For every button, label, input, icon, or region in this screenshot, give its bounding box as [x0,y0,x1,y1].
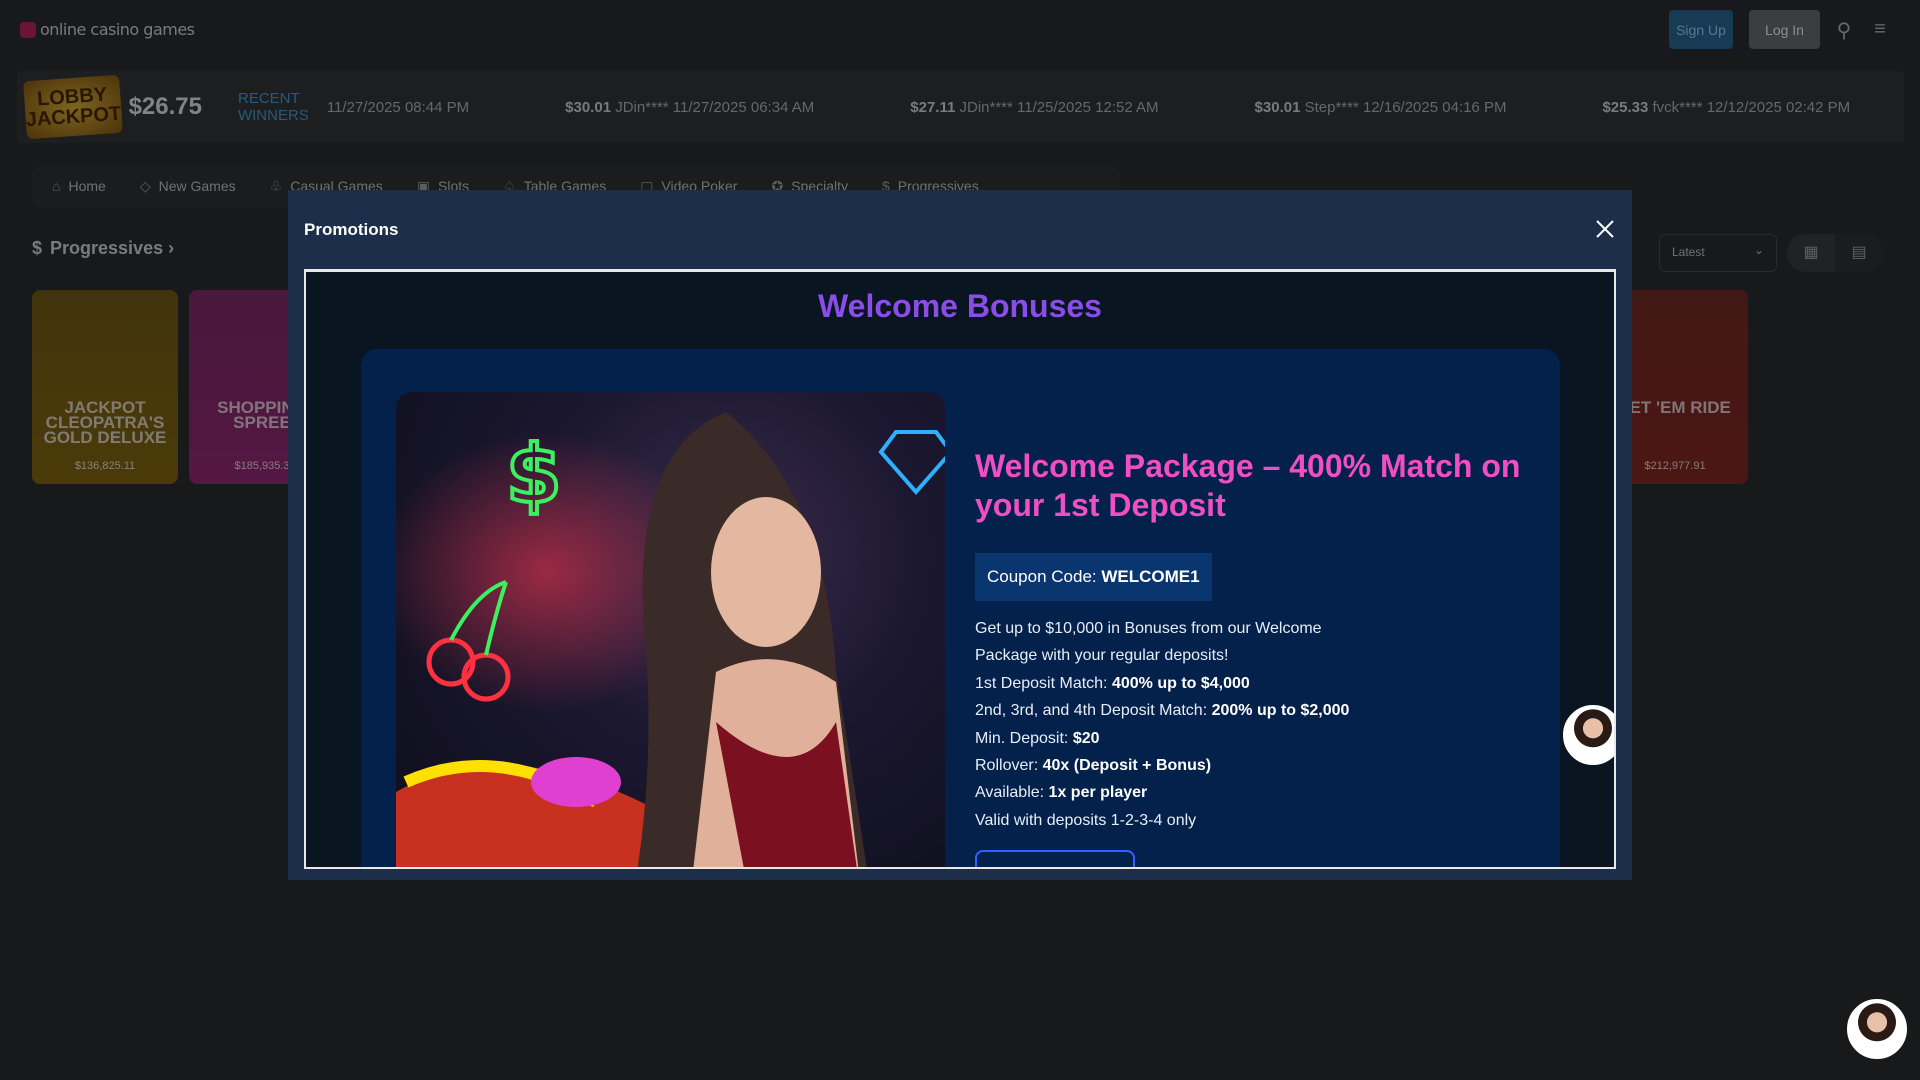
menu-icon[interactable]: ≡ [1868,18,1892,42]
view-toggle: ▦ ▤ [1787,234,1883,272]
lobby-jackpot-logo: LOBBY JACKPOT [23,74,123,140]
winner-date: 12/12/2025 02:42 PM [1706,98,1851,116]
winner-date: 11/27/2025 08:44 PM [326,98,470,116]
winner-amount: $30.01 [565,98,612,116]
promo-terms: Get up to $10,000 in Bonuses from our We… [975,615,1535,834]
winner-entry: $30.01 JDin**** 11/27/2025 06:34 AM [565,99,814,116]
winner-entry: $25.33 fvck**** 12/12/2025 02:42 PM [1602,99,1850,116]
winner-name: Step**** [1304,98,1359,116]
promotions-modal: Promotions Welcome Bonuses $ Welcome Pac… [288,190,1632,880]
promo-term: Valid with deposits 1-2-3-4 only [975,811,1197,829]
welcome-bonuses-heading: Welcome Bonuses [818,288,1102,324]
game-card[interactable]: Jackpot Cleopatra's Gold Deluxe $136,825.… [32,290,178,484]
winner-amount: $27.11 [910,98,956,116]
section-title[interactable]: $ Progressives › [32,238,174,259]
promo-card: $ Welcome Package – 400% Match on your 1… [361,349,1560,867]
promo-image: $ [396,392,945,867]
login-button[interactable]: Log In [1749,10,1820,49]
close-icon[interactable] [1592,216,1618,242]
promo-term: Rollover: 40x (Deposit + Bonus) [975,757,1212,775]
signup-button[interactable]: Sign Up [1669,10,1733,49]
nav-tab-new-games[interactable]: ◇ New Games [140,178,236,195]
game-name: Jackpot Cleopatra's Gold Deluxe [43,398,167,447]
nav-icon: ♧ [269,177,283,194]
top-bar: online casino games Sign Up Log In ⚲ ≡ [0,0,1920,60]
promo-term: 1st Deposit Match: 400% up to $4,000 [975,674,1250,692]
winner-amount: $30.01 [1254,98,1301,116]
nav-icon: ◇ [139,177,151,194]
winner-date: 11/27/2025 06:34 AM [672,98,815,116]
promotions-frame: Welcome Bonuses $ Welcome Package – 400%… [304,269,1616,869]
grid-view-icon[interactable]: ▦ [1787,234,1835,272]
winner-entry: 11/27/2025 08:44 PM [327,99,469,116]
promo-title: Welcome Package – 400% Match on your 1st… [975,448,1521,523]
winner-name: JDin**** [959,98,1013,116]
promo-intro: Get up to $10,000 in Bonuses from our We… [975,620,1322,665]
coupon-code: WELCOME1 [1101,567,1200,586]
list-view-icon[interactable]: ▤ [1835,234,1883,272]
recent-winners-label: RECENT WINNERS [237,90,309,124]
site-logo[interactable]: online casino games [20,20,195,39]
winner-name: JDin**** [615,98,669,116]
svg-text:$: $ [506,428,562,521]
logo-icon [20,21,36,38]
promo-term: 2nd, 3rd, and 4th Deposit Match: 200% up… [975,702,1350,720]
winner-amount: $25.33 [1602,98,1649,116]
nav-icon: ⌂ [52,178,61,194]
modal-title: Promotions [304,220,399,239]
winner-date: 11/25/2025 12:52 AM [1017,98,1159,116]
coupon-code-box[interactable]: Coupon Code: WELCOME1 [975,553,1212,601]
promo-term: Available: 1x per player [975,784,1148,802]
claim-button[interactable] [975,850,1135,867]
game-jackpot: $136,825.11 [74,460,136,472]
winner-date: 12/16/2025 04:16 PM [1363,98,1507,116]
support-chat-avatar[interactable] [1847,999,1907,1059]
chevron-down-icon: ⌄ [1753,243,1764,257]
dollar-icon: $ [32,238,43,258]
promo-details: Welcome Package – 400% Match on your 1st… [975,447,1535,834]
recent-winners-strip: LOBBY JACKPOT $26.75 RECENT WINNERS 11/27… [17,71,1904,143]
winner-entry: $30.01 Step**** 12/16/2025 04:16 PM [1255,99,1507,116]
winner-name: fvck**** [1652,98,1703,116]
nav-tab-home[interactable]: ⌂ Home [52,178,106,194]
search-icon[interactable]: ⚲ [1832,18,1856,42]
jackpot-amount: $26.75 [128,93,202,120]
sort-dropdown[interactable]: Latest ⌄ [1659,234,1777,272]
chat-avatar[interactable] [1563,705,1614,765]
promo-term: Min. Deposit: $20 [975,729,1100,747]
winner-entry: $27.11 JDin**** 11/25/2025 12:52 AM [910,99,1158,116]
